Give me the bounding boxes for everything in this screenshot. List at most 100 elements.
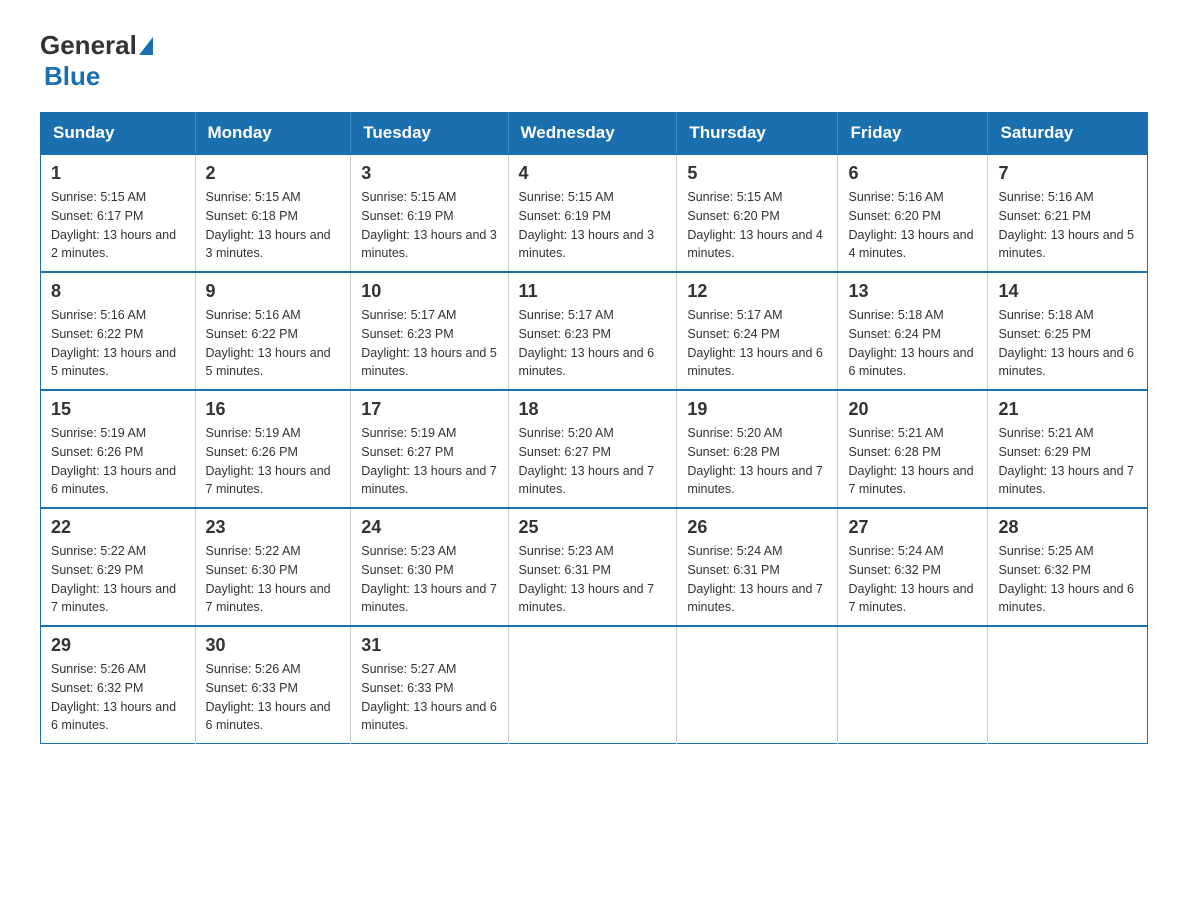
- calendar-cell: 29 Sunrise: 5:26 AMSunset: 6:32 PMDaylig…: [41, 626, 196, 744]
- calendar-cell: 23 Sunrise: 5:22 AMSunset: 6:30 PMDaylig…: [195, 508, 351, 626]
- day-number: 7: [998, 163, 1137, 184]
- calendar-week-row: 8 Sunrise: 5:16 AMSunset: 6:22 PMDayligh…: [41, 272, 1148, 390]
- calendar-cell: 15 Sunrise: 5:19 AMSunset: 6:26 PMDaylig…: [41, 390, 196, 508]
- day-number: 28: [998, 517, 1137, 538]
- day-info: Sunrise: 5:26 AMSunset: 6:32 PMDaylight:…: [51, 660, 185, 735]
- calendar-cell: 11 Sunrise: 5:17 AMSunset: 6:23 PMDaylig…: [508, 272, 677, 390]
- day-number: 1: [51, 163, 185, 184]
- day-number: 16: [206, 399, 341, 420]
- day-number: 14: [998, 281, 1137, 302]
- day-info: Sunrise: 5:17 AMSunset: 6:24 PMDaylight:…: [687, 306, 827, 381]
- day-number: 25: [519, 517, 667, 538]
- page-header: General Blue: [40, 30, 1148, 92]
- calendar-cell: 31 Sunrise: 5:27 AMSunset: 6:33 PMDaylig…: [351, 626, 508, 744]
- header-friday: Friday: [838, 113, 988, 155]
- day-info: Sunrise: 5:21 AMSunset: 6:29 PMDaylight:…: [998, 424, 1137, 499]
- day-number: 9: [206, 281, 341, 302]
- day-number: 31: [361, 635, 497, 656]
- day-info: Sunrise: 5:20 AMSunset: 6:28 PMDaylight:…: [687, 424, 827, 499]
- day-info: Sunrise: 5:23 AMSunset: 6:31 PMDaylight:…: [519, 542, 667, 617]
- day-info: Sunrise: 5:16 AMSunset: 6:21 PMDaylight:…: [998, 188, 1137, 263]
- calendar-cell: 24 Sunrise: 5:23 AMSunset: 6:30 PMDaylig…: [351, 508, 508, 626]
- day-number: 24: [361, 517, 497, 538]
- day-number: 20: [848, 399, 977, 420]
- day-info: Sunrise: 5:24 AMSunset: 6:32 PMDaylight:…: [848, 542, 977, 617]
- calendar-cell: 10 Sunrise: 5:17 AMSunset: 6:23 PMDaylig…: [351, 272, 508, 390]
- calendar-cell: 16 Sunrise: 5:19 AMSunset: 6:26 PMDaylig…: [195, 390, 351, 508]
- day-info: Sunrise: 5:17 AMSunset: 6:23 PMDaylight:…: [519, 306, 667, 381]
- calendar-cell: [508, 626, 677, 744]
- logo-triangle-icon: [139, 37, 153, 55]
- calendar-cell: 13 Sunrise: 5:18 AMSunset: 6:24 PMDaylig…: [838, 272, 988, 390]
- day-number: 3: [361, 163, 497, 184]
- calendar-cell: 8 Sunrise: 5:16 AMSunset: 6:22 PMDayligh…: [41, 272, 196, 390]
- day-info: Sunrise: 5:21 AMSunset: 6:28 PMDaylight:…: [848, 424, 977, 499]
- calendar-cell: [988, 626, 1148, 744]
- day-number: 17: [361, 399, 497, 420]
- day-number: 15: [51, 399, 185, 420]
- calendar-cell: 25 Sunrise: 5:23 AMSunset: 6:31 PMDaylig…: [508, 508, 677, 626]
- day-number: 18: [519, 399, 667, 420]
- day-number: 30: [206, 635, 341, 656]
- day-number: 13: [848, 281, 977, 302]
- calendar-table: SundayMondayTuesdayWednesdayThursdayFrid…: [40, 112, 1148, 744]
- day-number: 11: [519, 281, 667, 302]
- logo-blue-text: Blue: [44, 61, 100, 91]
- day-info: Sunrise: 5:19 AMSunset: 6:26 PMDaylight:…: [206, 424, 341, 499]
- day-info: Sunrise: 5:15 AMSunset: 6:20 PMDaylight:…: [687, 188, 827, 263]
- calendar-cell: 21 Sunrise: 5:21 AMSunset: 6:29 PMDaylig…: [988, 390, 1148, 508]
- calendar-cell: 17 Sunrise: 5:19 AMSunset: 6:27 PMDaylig…: [351, 390, 508, 508]
- day-info: Sunrise: 5:22 AMSunset: 6:30 PMDaylight:…: [206, 542, 341, 617]
- day-info: Sunrise: 5:15 AMSunset: 6:18 PMDaylight:…: [206, 188, 341, 263]
- calendar-cell: 27 Sunrise: 5:24 AMSunset: 6:32 PMDaylig…: [838, 508, 988, 626]
- day-info: Sunrise: 5:19 AMSunset: 6:26 PMDaylight:…: [51, 424, 185, 499]
- day-number: 4: [519, 163, 667, 184]
- day-number: 19: [687, 399, 827, 420]
- calendar-cell: 5 Sunrise: 5:15 AMSunset: 6:20 PMDayligh…: [677, 154, 838, 272]
- day-info: Sunrise: 5:18 AMSunset: 6:25 PMDaylight:…: [998, 306, 1137, 381]
- day-number: 2: [206, 163, 341, 184]
- header-tuesday: Tuesday: [351, 113, 508, 155]
- calendar-cell: 2 Sunrise: 5:15 AMSunset: 6:18 PMDayligh…: [195, 154, 351, 272]
- header-saturday: Saturday: [988, 113, 1148, 155]
- day-number: 10: [361, 281, 497, 302]
- day-info: Sunrise: 5:17 AMSunset: 6:23 PMDaylight:…: [361, 306, 497, 381]
- day-number: 23: [206, 517, 341, 538]
- day-info: Sunrise: 5:26 AMSunset: 6:33 PMDaylight:…: [206, 660, 341, 735]
- day-number: 29: [51, 635, 185, 656]
- day-info: Sunrise: 5:15 AMSunset: 6:19 PMDaylight:…: [519, 188, 667, 263]
- calendar-cell: 14 Sunrise: 5:18 AMSunset: 6:25 PMDaylig…: [988, 272, 1148, 390]
- day-info: Sunrise: 5:15 AMSunset: 6:17 PMDaylight:…: [51, 188, 185, 263]
- calendar-cell: 26 Sunrise: 5:24 AMSunset: 6:31 PMDaylig…: [677, 508, 838, 626]
- day-number: 6: [848, 163, 977, 184]
- header-sunday: Sunday: [41, 113, 196, 155]
- day-number: 27: [848, 517, 977, 538]
- day-number: 22: [51, 517, 185, 538]
- calendar-cell: 1 Sunrise: 5:15 AMSunset: 6:17 PMDayligh…: [41, 154, 196, 272]
- calendar-week-row: 1 Sunrise: 5:15 AMSunset: 6:17 PMDayligh…: [41, 154, 1148, 272]
- day-info: Sunrise: 5:23 AMSunset: 6:30 PMDaylight:…: [361, 542, 497, 617]
- day-number: 5: [687, 163, 827, 184]
- calendar-header-row: SundayMondayTuesdayWednesdayThursdayFrid…: [41, 113, 1148, 155]
- day-info: Sunrise: 5:25 AMSunset: 6:32 PMDaylight:…: [998, 542, 1137, 617]
- day-info: Sunrise: 5:27 AMSunset: 6:33 PMDaylight:…: [361, 660, 497, 735]
- calendar-cell: 28 Sunrise: 5:25 AMSunset: 6:32 PMDaylig…: [988, 508, 1148, 626]
- day-info: Sunrise: 5:16 AMSunset: 6:20 PMDaylight:…: [848, 188, 977, 263]
- day-info: Sunrise: 5:15 AMSunset: 6:19 PMDaylight:…: [361, 188, 497, 263]
- day-number: 12: [687, 281, 827, 302]
- calendar-cell: 30 Sunrise: 5:26 AMSunset: 6:33 PMDaylig…: [195, 626, 351, 744]
- calendar-cell: 12 Sunrise: 5:17 AMSunset: 6:24 PMDaylig…: [677, 272, 838, 390]
- day-info: Sunrise: 5:19 AMSunset: 6:27 PMDaylight:…: [361, 424, 497, 499]
- calendar-week-row: 15 Sunrise: 5:19 AMSunset: 6:26 PMDaylig…: [41, 390, 1148, 508]
- logo-general-text: General: [40, 30, 137, 61]
- calendar-cell: 19 Sunrise: 5:20 AMSunset: 6:28 PMDaylig…: [677, 390, 838, 508]
- day-number: 8: [51, 281, 185, 302]
- day-info: Sunrise: 5:16 AMSunset: 6:22 PMDaylight:…: [51, 306, 185, 381]
- day-number: 21: [998, 399, 1137, 420]
- day-info: Sunrise: 5:24 AMSunset: 6:31 PMDaylight:…: [687, 542, 827, 617]
- day-info: Sunrise: 5:18 AMSunset: 6:24 PMDaylight:…: [848, 306, 977, 381]
- calendar-week-row: 22 Sunrise: 5:22 AMSunset: 6:29 PMDaylig…: [41, 508, 1148, 626]
- calendar-cell: 7 Sunrise: 5:16 AMSunset: 6:21 PMDayligh…: [988, 154, 1148, 272]
- calendar-cell: 9 Sunrise: 5:16 AMSunset: 6:22 PMDayligh…: [195, 272, 351, 390]
- calendar-cell: [677, 626, 838, 744]
